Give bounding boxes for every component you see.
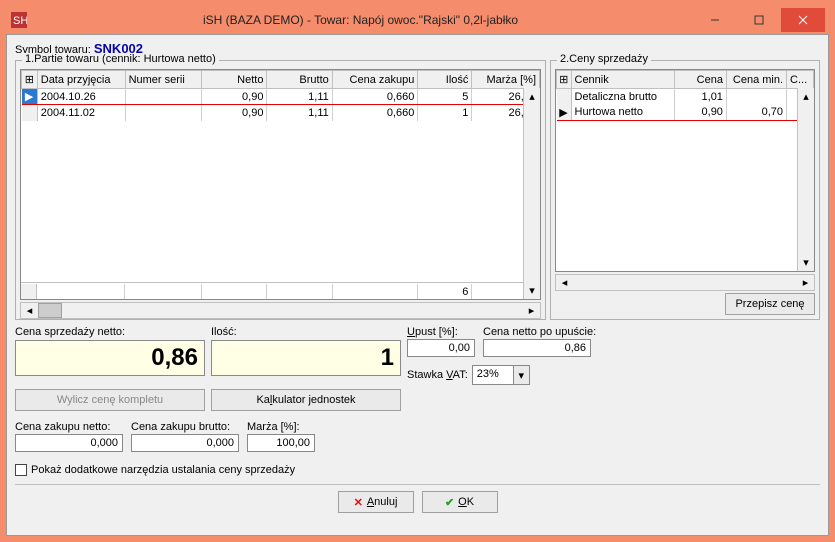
- table-row[interactable]: ▶ Hurtowa netto 0,90 0,70: [557, 105, 814, 121]
- grid-ceny[interactable]: ⊞ Cennik Cena Cena min. C... Detaliczna …: [555, 69, 815, 272]
- check-icon: ✔: [445, 496, 454, 509]
- row-marker-icon: ▶: [22, 89, 38, 105]
- upust-input[interactable]: [407, 339, 475, 357]
- cena-sprzedazy-input[interactable]: [15, 340, 205, 376]
- upust-label: UUpust [%]:pust [%]:: [407, 326, 475, 338]
- cell-netto[interactable]: 0,90: [202, 89, 267, 105]
- scrollbar-vertical[interactable]: ▴ ▾: [523, 88, 540, 299]
- grid-partie[interactable]: ⊞ Data przyjęcia Numer serii Netto Brutt…: [20, 69, 541, 300]
- cell-cenamin[interactable]: [726, 89, 786, 105]
- scroll-down-icon[interactable]: ▾: [524, 282, 540, 299]
- anuluj-button[interactable]: ✕Anuluj: [338, 491, 414, 513]
- row-marker-icon: ▶: [557, 105, 572, 121]
- stawka-vat-value: 23%: [473, 366, 513, 384]
- col-ilosc[interactable]: Ilość: [418, 71, 472, 89]
- row-marker-header[interactable]: ⊞: [22, 71, 38, 89]
- kalkulator-jednostek-button[interactable]: Kalkulator jednostek: [211, 389, 401, 411]
- marza-input[interactable]: [247, 434, 315, 452]
- minimize-button[interactable]: [693, 8, 737, 32]
- titlebar: SH iSH (BAZA DEMO) - Towar: Napój owoc."…: [6, 6, 829, 34]
- footer-ilosc: 6: [418, 284, 472, 300]
- cell-ilosc[interactable]: 5: [418, 89, 472, 105]
- table-row[interactable]: 2004.11.02 0,90 1,11 0,660 1 26,67: [22, 105, 540, 121]
- col-brutto[interactable]: Brutto: [267, 71, 332, 89]
- grid-header-row: ⊞ Data przyjęcia Numer serii Netto Brutt…: [22, 71, 540, 89]
- cell-cena[interactable]: 0,90: [675, 105, 727, 121]
- col-cennik[interactable]: Cennik: [571, 71, 675, 89]
- wylicz-cene-button[interactable]: Wylicz cenę kompletu: [15, 389, 205, 411]
- panel-partie: 1.Partie towaru (cennik: Hurtowa netto) …: [15, 60, 546, 320]
- cell-cenazak[interactable]: 0,660: [332, 89, 418, 105]
- window-title: iSH (BAZA DEMO) - Towar: Napój owoc."Raj…: [28, 13, 693, 27]
- po-upuscie-input[interactable]: [483, 339, 591, 357]
- cell-cena[interactable]: 1,01: [675, 89, 727, 105]
- col-netto[interactable]: Netto: [202, 71, 267, 89]
- cell-brutto[interactable]: 1,11: [267, 105, 332, 121]
- table-row[interactable]: Detaliczna brutto 1,01: [557, 89, 814, 105]
- scroll-down-icon[interactable]: ▾: [798, 254, 814, 271]
- ilosc-input[interactable]: [211, 340, 401, 376]
- scroll-left-icon[interactable]: ◂: [21, 303, 38, 318]
- app-icon: SH: [10, 11, 28, 29]
- scroll-up-icon[interactable]: ▴: [524, 88, 540, 105]
- cell-series[interactable]: [125, 89, 202, 105]
- cell-date[interactable]: 2004.11.02: [37, 105, 125, 121]
- panel-partie-legend: 1.Partie towaru (cennik: Hurtowa netto): [22, 53, 219, 65]
- cell-cenamin[interactable]: 0,70: [726, 105, 786, 121]
- col-marza[interactable]: Marża [%]: [472, 71, 540, 89]
- scrollbar-vertical[interactable]: ▴ ▾: [797, 88, 814, 271]
- col-c[interactable]: C...: [787, 71, 814, 89]
- cell-cennik[interactable]: Hurtowa netto: [571, 105, 675, 121]
- svg-text:SH: SH: [13, 15, 27, 27]
- marza-label: Marża [%]:: [247, 421, 315, 433]
- zakup-netto-input[interactable]: [15, 434, 123, 452]
- close-button[interactable]: [781, 8, 825, 32]
- stawka-vat-select[interactable]: 23% ▾: [472, 365, 530, 385]
- cell-cennik[interactable]: Detaliczna brutto: [571, 89, 675, 105]
- cena-sprzedazy-label: Cena sprzedaży netto:: [15, 326, 205, 338]
- ilosc-label: Ilość:: [211, 326, 401, 338]
- cancel-icon: ✕: [354, 496, 363, 509]
- maximize-button[interactable]: [737, 8, 781, 32]
- cell-date[interactable]: 2004.10.26: [37, 89, 125, 105]
- row-marker-header[interactable]: ⊞: [557, 71, 572, 89]
- panel-ceny-legend: 2.Ceny sprzedaży: [557, 53, 651, 65]
- zakup-netto-label: Cena zakupu netto:: [15, 421, 123, 433]
- zakup-brutto-label: Cena zakupu brutto:: [131, 421, 239, 433]
- scroll-up-icon[interactable]: ▴: [798, 88, 814, 105]
- cell-brutto[interactable]: 1,11: [267, 89, 332, 105]
- col-cenazak[interactable]: Cena zakupu: [332, 71, 418, 89]
- scroll-right-icon[interactable]: ▸: [797, 275, 814, 290]
- cell-series[interactable]: [125, 105, 202, 121]
- po-upuscie-label: Cena netto po upuście:: [483, 326, 596, 338]
- dodatkowe-label: Pokaż dodatkowe narzędzia ustalania ceny…: [31, 464, 295, 476]
- zakup-brutto-input[interactable]: [131, 434, 239, 452]
- table-row[interactable]: ▶ 2004.10.26 0,90 1,11 0,660 5 26,67: [22, 89, 540, 105]
- cell-ilosc[interactable]: 1: [418, 105, 472, 121]
- scrollbar-horizontal[interactable]: ◂ ▸: [555, 274, 815, 291]
- scrollbar-horizontal[interactable]: ◂ ▸: [20, 302, 541, 319]
- chevron-down-icon[interactable]: ▾: [513, 366, 529, 384]
- col-date[interactable]: Data przyjęcia: [37, 71, 125, 89]
- grid-footer: 6: [21, 282, 540, 299]
- panel-ceny: 2.Ceny sprzedaży ⊞ Cennik Cena Cena min.…: [550, 60, 820, 320]
- cell-cenazak[interactable]: 0,660: [332, 105, 418, 121]
- scroll-left-icon[interactable]: ◂: [556, 275, 573, 290]
- col-series[interactable]: Numer serii: [125, 71, 202, 89]
- scroll-right-icon[interactable]: ▸: [523, 303, 540, 318]
- col-cena[interactable]: Cena: [675, 71, 727, 89]
- ok-button[interactable]: ✔OK: [422, 491, 498, 513]
- stawka-vat-label: Stawka VAT:: [407, 369, 468, 381]
- przepisz-cene-button[interactable]: Przepisz cenę: [725, 293, 815, 315]
- col-cenamin[interactable]: Cena min.: [726, 71, 786, 89]
- dodatkowe-checkbox[interactable]: [15, 464, 27, 476]
- cell-netto[interactable]: 0,90: [202, 105, 267, 121]
- scroll-thumb[interactable]: [38, 303, 62, 318]
